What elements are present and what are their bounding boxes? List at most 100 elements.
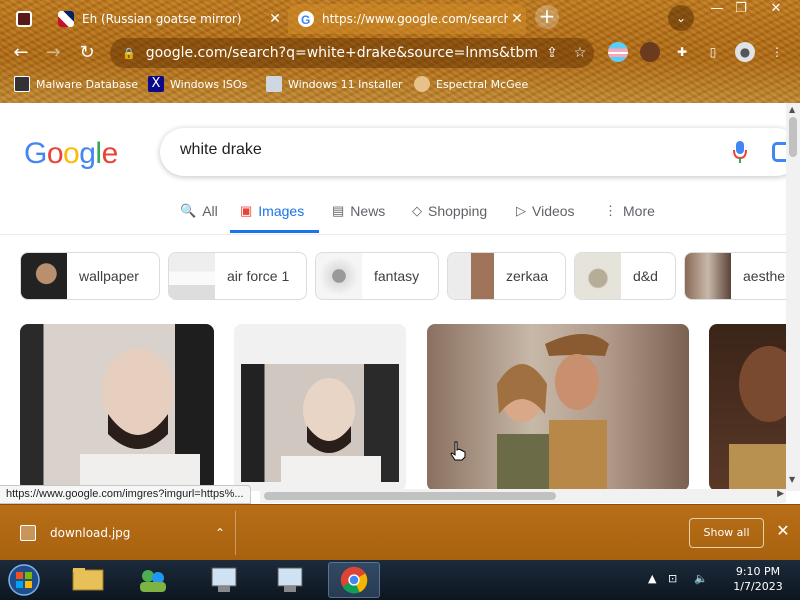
bookmark-icon <box>14 76 30 92</box>
network-monitor-icon[interactable] <box>262 562 314 598</box>
avatar-extension-icon[interactable] <box>640 42 660 62</box>
chip-fantasy[interactable]: fantasy <box>315 252 439 300</box>
bookmark-star-icon[interactable]: ☆ <box>566 45 594 61</box>
more-vert-icon: ⋮ <box>604 203 617 218</box>
play-icon: ▷ <box>516 203 526 218</box>
horizontal-scrollbar[interactable]: ▶ <box>260 489 786 503</box>
tab-videos[interactable]: ▷ Videos <box>516 203 575 233</box>
chip-aesthetic[interactable]: aesthe <box>684 252 786 300</box>
close-icon[interactable]: ✕ <box>266 11 284 27</box>
menu-dots-icon[interactable]: ⋮ <box>767 42 787 62</box>
network-monitor-icon[interactable] <box>196 562 248 598</box>
bookmark-windows-isos[interactable]: X Windows ISOs <box>148 74 247 94</box>
messenger-icon[interactable] <box>126 562 178 598</box>
google-logo[interactable]: Google <box>24 137 118 171</box>
bookmark-espectral-mcgee[interactable]: Espectral McGee <box>414 74 528 94</box>
restore-button[interactable]: ❐ <box>726 0 756 18</box>
start-button[interactable] <box>4 562 44 598</box>
tab-label: More <box>623 203 655 219</box>
tab-label: Videos <box>532 203 575 219</box>
logo-letter: g <box>79 137 96 170</box>
chevron-down-icon[interactable]: ⌄ <box>668 5 694 31</box>
scroll-right-arrow[interactable]: ▶ <box>777 489 784 499</box>
scrollbar-thumb[interactable] <box>789 117 797 157</box>
flag-extension-icon[interactable] <box>608 42 628 62</box>
tab-label: All <box>202 203 218 219</box>
chip-air-force-1[interactable]: air force 1 <box>168 252 307 300</box>
scrollbar-thumb[interactable] <box>264 492 556 500</box>
profile-avatar[interactable]: ● <box>735 42 755 62</box>
result-image-2[interactable] <box>234 324 406 491</box>
tab-images[interactable]: ▣ Images <box>230 203 319 233</box>
chip-label: wallpaper <box>79 268 139 284</box>
search-input[interactable]: white drake <box>180 141 262 159</box>
side-panel-icon[interactable]: ▯ <box>703 42 723 62</box>
tab-pinned[interactable] <box>6 4 46 34</box>
chip-label: fantasy <box>374 268 420 284</box>
scroll-down-arrow[interactable]: ▼ <box>789 475 795 484</box>
tray-expand-icon[interactable]: ▲ <box>648 572 656 585</box>
chip-thumbnail <box>685 253 731 299</box>
chip-thumbnail <box>316 253 362 299</box>
image-file-icon <box>20 525 36 541</box>
chip-wallpaper[interactable]: wallpaper <box>20 252 160 300</box>
tag-icon: ◇ <box>412 203 422 218</box>
result-image-3[interactable] <box>427 324 689 491</box>
vertical-scrollbar[interactable]: ▲ ▼ <box>786 103 800 491</box>
chip-thumbnail <box>21 253 67 299</box>
close-icon[interactable]: ✕ <box>508 11 526 27</box>
forward-button[interactable]: → <box>42 42 64 64</box>
bookmark-malware-database[interactable]: Malware Database <box>14 74 138 94</box>
back-button[interactable]: ← <box>10 42 32 64</box>
new-tab-button[interactable]: + <box>535 5 559 29</box>
chevron-up-icon[interactable]: ⌃ <box>205 526 235 540</box>
tab-news[interactable]: ▤ News <box>332 203 385 233</box>
uk-flag-icon <box>58 11 74 27</box>
chip-label: d&d <box>633 268 658 284</box>
scroll-up-arrow[interactable]: ▲ <box>789 105 795 114</box>
file-explorer-icon[interactable] <box>62 562 114 598</box>
tab-title: Eh (Russian goatse mirror) <box>82 12 242 26</box>
portrait-photo <box>729 346 786 491</box>
volume-icon[interactable]: 🔈 <box>694 572 708 585</box>
image-icon <box>266 76 282 92</box>
close-window-button[interactable]: ✕ <box>760 0 792 18</box>
chip-label: zerkaa <box>506 268 549 284</box>
close-icon[interactable]: ✕ <box>772 520 794 542</box>
search-nav-tabs: 🔍 All ▣ Images ▤ News ◇ Shopping ▷ Video… <box>0 195 786 235</box>
system-clock[interactable]: 9:10 PM 1/7/2023 <box>724 564 792 594</box>
share-icon[interactable]: ⇪ <box>538 45 566 61</box>
clock-date: 1/7/2023 <box>733 580 783 593</box>
tab-all[interactable]: 🔍 All <box>180 203 218 233</box>
clock-time: 9:10 PM <box>735 565 781 578</box>
network-icon[interactable]: ⊡ <box>668 572 677 585</box>
tab-goatse-mirror[interactable]: Eh (Russian goatse mirror) ✕ <box>48 4 284 34</box>
tab-title: https://www.google.com/search?q <box>322 12 508 26</box>
x-logo-icon: X <box>148 76 164 92</box>
tab-google-search[interactable]: G https://www.google.com/search?q ✕ <box>288 4 526 34</box>
chip-zerkaa[interactable]: zerkaa <box>447 252 566 300</box>
chip-thumbnail <box>575 253 621 299</box>
lens-camera-icon[interactable] <box>772 142 786 162</box>
puzzle-extension-icon[interactable]: ✚ <box>672 42 692 62</box>
result-image-1[interactable] <box>20 324 214 491</box>
chip-label: air force 1 <box>227 268 290 284</box>
google-images-page: Google white drake 🔍 All ▣ Images ▤ News… <box>0 103 786 491</box>
search-box[interactable]: white drake <box>160 128 786 176</box>
reload-button[interactable]: ↻ <box>76 42 98 64</box>
chip-dnd[interactable]: d&d <box>574 252 676 300</box>
tab-more[interactable]: ⋮ More <box>604 203 655 233</box>
show-all-button[interactable]: Show all <box>689 518 764 548</box>
download-item[interactable]: download.jpg ⌃ <box>8 511 236 555</box>
svg-text:G: G <box>301 13 310 27</box>
result-image-4[interactable] <box>709 324 786 491</box>
image-icon: ▣ <box>240 203 253 218</box>
chrome-icon[interactable] <box>328 562 380 598</box>
tab-shopping[interactable]: ◇ Shopping <box>412 203 487 233</box>
mic-icon[interactable] <box>732 140 748 164</box>
bookmark-windows-11-installer[interactable]: Windows 11 Installer <box>266 74 403 94</box>
bookmark-label: Windows ISOs <box>170 77 248 91</box>
chip-thumbnail <box>169 253 215 299</box>
lock-icon[interactable]: 🔒 <box>122 47 136 60</box>
address-bar[interactable]: 🔒 google.com/search?q=white+drake&source… <box>110 38 594 68</box>
